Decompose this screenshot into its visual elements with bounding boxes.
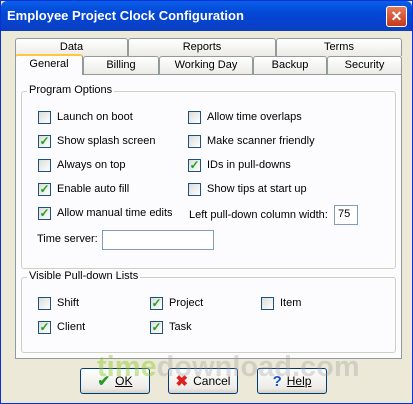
checkbox-box[interactable]: ✓ [38, 205, 51, 220]
help-button-label: Help [286, 374, 312, 388]
checkbox-enable-auto-fill[interactable]: ✓ Enable auto fill [38, 182, 129, 196]
checkbox-show-tips-at-start-up[interactable]: Show tips at start up [188, 182, 307, 196]
check-icon: ✓ [151, 319, 162, 334]
checkbox-make-scanner-friendly[interactable]: Make scanner friendly [188, 134, 315, 148]
general-panel: Program Options Launch on boot ✓ Show sp… [15, 74, 402, 359]
checkbox-box[interactable] [188, 110, 201, 124]
check-icon: ✓ [39, 133, 50, 148]
tab-security[interactable]: Security [327, 56, 402, 74]
checkbox-label: Task [169, 321, 192, 333]
tab-reports[interactable]: Reports [128, 38, 276, 56]
tab-terms[interactable]: Terms [276, 38, 402, 56]
title-bar[interactable]: Employee Project Clock Configuration ✕ [1, 1, 412, 31]
checkbox-ids-in-pull-downs[interactable]: ✓ IDs in pull-downs [188, 158, 291, 172]
checkbox-allow-time-overlaps[interactable]: Allow time overlaps [188, 110, 302, 124]
checkbox-label: Launch on boot [57, 111, 133, 123]
checkbox-label: Project [169, 297, 204, 309]
checkbox-label: Allow manual time edits [57, 207, 173, 219]
tab-label: Working Day [174, 59, 238, 71]
check-icon: ✓ [189, 157, 200, 172]
config-dialog: Employee Project Clock Configuration ✕ D… [0, 0, 413, 404]
checkbox-client[interactable]: ✓ Client [38, 320, 85, 334]
checkbox-allow-manual-time-edits[interactable]: ✓ Allow manual time edits [38, 206, 173, 220]
pulldown-lists-group: Visible Pull-down Lists [21, 270, 396, 353]
checkbox-project[interactable]: ✓ Project [150, 296, 203, 310]
checkbox-label: Show tips at start up [207, 183, 307, 195]
ok-button[interactable]: ✔ OK [80, 368, 150, 394]
column-width-label: Left pull-down column width: [189, 209, 328, 221]
time-server-label: Time server: [37, 233, 98, 245]
tab-general[interactable]: General [15, 54, 83, 75]
tab-working-day[interactable]: Working Day [159, 56, 253, 74]
x-icon: ✖ [175, 373, 189, 390]
ok-button-label: OK [115, 374, 133, 388]
checkbox-item[interactable]: Item [261, 296, 301, 310]
checkbox-task[interactable]: ✓ Task [150, 320, 192, 334]
checkbox-label: Enable auto fill [57, 183, 130, 195]
check-icon: ✓ [39, 205, 50, 220]
checkbox-label: Show splash screen [57, 135, 156, 147]
check-icon: ✓ [39, 319, 50, 334]
window-title: Employee Project Clock Configuration [7, 8, 244, 23]
check-icon: ✓ [39, 181, 50, 196]
cancel-button[interactable]: ✖ Cancel [168, 368, 238, 394]
checkbox-label: Client [57, 321, 86, 333]
tab-label: General [29, 58, 69, 70]
checkbox-box[interactable]: ✓ [38, 133, 51, 148]
tab-label: Reports [182, 41, 222, 53]
program-options-legend: Program Options [27, 84, 115, 96]
checkbox-shift[interactable]: Shift [38, 296, 79, 310]
tab-label: Terms [324, 41, 354, 53]
checkbox-label: Allow time overlaps [207, 111, 302, 123]
tab-label: Security [344, 59, 385, 71]
checkbox-always-on-top[interactable]: Always on top [38, 158, 125, 172]
checkbox-label: Make scanner friendly [207, 135, 315, 147]
help-button[interactable]: ? Help [257, 368, 327, 394]
checkbox-box[interactable]: ✓ [38, 319, 51, 334]
checkbox-box[interactable] [38, 110, 51, 124]
checkbox-box[interactable]: ✓ [38, 181, 51, 196]
check-icon: ✔ [97, 373, 111, 390]
help-icon: ? [272, 372, 282, 390]
pulldown-lists-legend: Visible Pull-down Lists [27, 270, 141, 282]
checkbox-label: Always on top [57, 159, 126, 171]
checkbox-show-splash-screen[interactable]: ✓ Show splash screen [38, 134, 155, 148]
checkbox-box[interactable] [188, 134, 201, 148]
close-button[interactable]: ✕ [386, 6, 407, 27]
checkbox-label: Shift [57, 297, 80, 309]
tab-label: Backup [271, 59, 309, 71]
column-width-input[interactable]: 75 [334, 205, 358, 225]
checkbox-box[interactable]: ✓ [188, 157, 201, 172]
checkbox-box[interactable] [38, 296, 51, 310]
time-server-input[interactable] [102, 230, 214, 250]
checkbox-box[interactable] [38, 158, 51, 172]
tab-label: Billing [106, 59, 136, 71]
checkbox-launch-on-boot[interactable]: Launch on boot [38, 110, 133, 124]
tab-label: Data [59, 41, 84, 53]
checkbox-box[interactable]: ✓ [150, 295, 163, 310]
checkbox-box[interactable] [261, 296, 274, 310]
tab-backup[interactable]: Backup [253, 56, 327, 74]
close-icon: ✕ [390, 8, 403, 24]
cancel-button-label: Cancel [193, 374, 231, 388]
checkbox-box[interactable] [188, 182, 201, 196]
checkbox-label: Item [280, 297, 302, 309]
checkbox-label: IDs in pull-downs [207, 159, 291, 171]
tab-billing[interactable]: Billing [83, 56, 159, 74]
checkbox-box[interactable]: ✓ [150, 319, 163, 334]
check-icon: ✓ [151, 295, 162, 310]
